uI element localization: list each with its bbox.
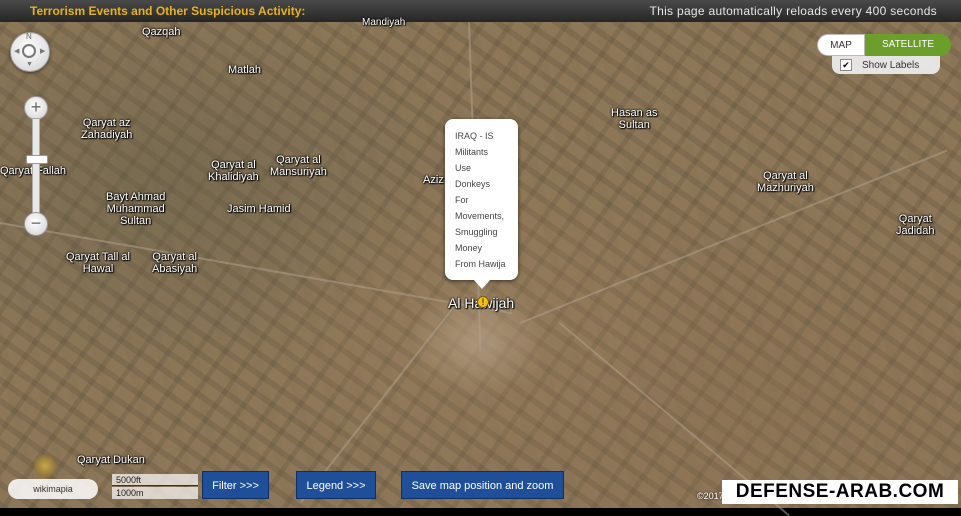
emblem-icon — [34, 455, 56, 477]
popup-line: IRAQ - IS — [455, 131, 494, 141]
map-type-control: MAP SATELLITE — [817, 34, 951, 56]
pan-down-icon[interactable]: ▼ — [26, 61, 33, 68]
reload-notice: This page automatically reloads every 40… — [649, 4, 937, 18]
zoom-out-button[interactable]: − — [24, 212, 48, 236]
popup-line: Use — [455, 163, 472, 173]
place-label: Qaryat al Abasiyah — [152, 251, 198, 275]
event-popup[interactable]: IRAQ - IS Militants Use Donkeys For Move… — [445, 119, 518, 289]
place-label: Jasim Hamid — [227, 203, 291, 215]
map-scale: 5000ft 1000m — [112, 474, 198, 500]
place-label: Mandiyah — [362, 17, 406, 28]
filter-button[interactable]: Filter >>> — [202, 471, 269, 499]
show-labels-label: Show Labels — [862, 60, 920, 71]
zoom-control[interactable]: + − — [24, 96, 48, 236]
place-label: Qaryat Dukan — [77, 454, 145, 466]
scale-metric: 1000m — [112, 487, 198, 499]
zoom-slider-handle[interactable] — [26, 155, 48, 164]
copyright: ©2017 — [697, 491, 724, 501]
zoom-slider-track[interactable] — [26, 118, 48, 216]
place-label: Qaryat al Khalidiyah — [208, 159, 259, 183]
place-label: Matlah — [228, 64, 262, 76]
popup-line: Donkeys — [455, 179, 491, 189]
popup-line: For — [455, 195, 469, 205]
place-label: Aziz — [423, 174, 444, 186]
map-logo[interactable]: wikimapia — [8, 455, 98, 499]
popup-line: Movements, — [455, 211, 505, 221]
save-map-button[interactable]: Save map position and zoom — [401, 471, 564, 499]
place-label: Qaryat al Mansuriyah — [270, 154, 327, 178]
logo-text: wikimapia — [33, 484, 73, 494]
satellite-view-button[interactable]: SATELLITE — [865, 34, 951, 56]
pan-control[interactable]: N ◀ ▶ ▼ — [10, 32, 50, 72]
page-title: Terrorism Events and Other Suspicious Ac… — [30, 4, 306, 18]
popup-line: Money — [455, 243, 483, 253]
north-label: N — [26, 32, 32, 41]
popup-line: From Hawija — [455, 259, 506, 269]
place-label: Qaryat Tall al Hawal — [66, 251, 130, 275]
map-view-button[interactable]: MAP — [817, 34, 865, 56]
legend-button[interactable]: Legend >>> — [296, 471, 376, 499]
place-label: Qaryat az Zahadiyah — [81, 117, 133, 141]
rotate-icon[interactable] — [22, 44, 36, 58]
scale-imperial: 5000ft — [112, 474, 198, 486]
place-label: Hasan as Sultan — [611, 107, 658, 131]
place-label: Qaryat al Mazhuriyah — [757, 170, 814, 194]
popup-line: Smuggling — [455, 227, 498, 237]
place-label: Qazqah — [142, 26, 181, 38]
watermark: DEFENSE-ARAB.COM — [722, 480, 958, 504]
place-label: Bayt Ahmad Muhammad Sultan — [106, 191, 166, 227]
event-marker-icon[interactable]: ! — [477, 296, 489, 308]
popup-line: Militants — [455, 147, 489, 157]
header-bar: Terrorism Events and Other Suspicious Ac… — [0, 0, 961, 23]
show-labels-checkbox[interactable]: ✔ — [840, 59, 852, 71]
zoom-in-button[interactable]: + — [24, 96, 48, 120]
road — [520, 149, 948, 324]
place-label: Qaryat Jadidah — [896, 213, 935, 237]
pan-left-icon[interactable]: ◀ — [14, 47, 19, 55]
show-labels-option[interactable]: ✔ Show Labels — [832, 56, 940, 74]
pan-right-icon[interactable]: ▶ — [40, 47, 45, 55]
